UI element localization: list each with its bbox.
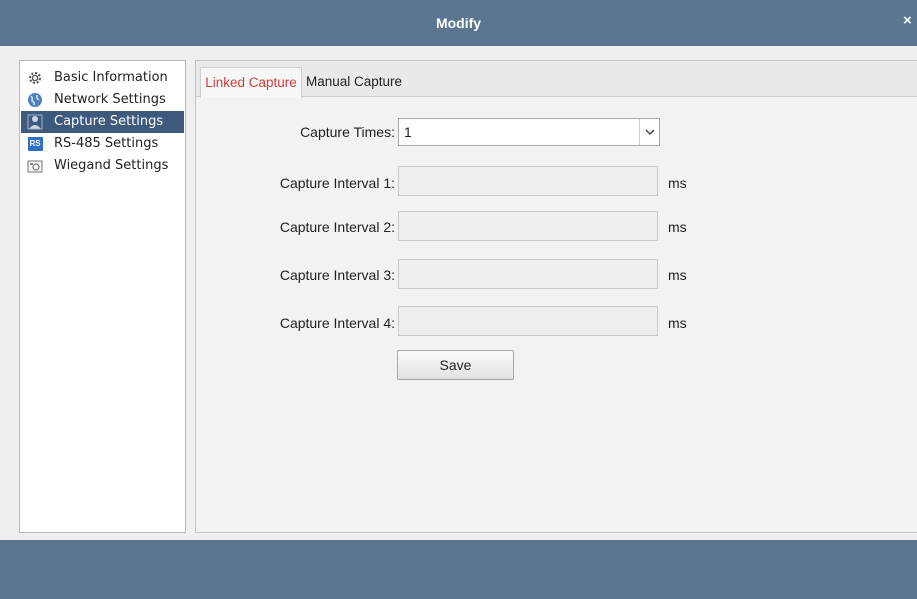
capture-times-value: 1 [404,124,412,140]
capture-interval-4-label: Capture Interval 4: [279,315,395,331]
sidebar-item-label: Capture Settings [54,114,164,129]
capture-interval-3-field[interactable] [398,259,658,289]
capture-interval-1-unit: ms [668,175,687,191]
capture-interval-2-unit: ms [668,219,687,235]
footer-bar [0,540,917,599]
tab-manual-capture[interactable]: Manual Capture [306,67,418,97]
sidebar: Basic Information Network Settings Captu… [19,60,186,533]
rs-badge-icon: RS [27,136,43,152]
save-button[interactable]: Save [397,350,514,380]
camera-person-icon [27,114,43,130]
sidebar-item-wiegand-settings[interactable]: Wiegand Settings [21,155,184,177]
capture-times-label: Capture Times: [300,124,395,140]
capture-interval-2-label: Capture Interval 2: [279,219,395,235]
sidebar-item-capture-settings[interactable]: Capture Settings [21,111,184,133]
sidebar-item-label: Network Settings [54,92,166,107]
card-reader-icon [27,158,43,174]
capture-times-select[interactable]: 1 [398,118,660,146]
rs-badge-text: RS [27,137,43,151]
capture-interval-3-label: Capture Interval 3: [279,267,395,283]
capture-interval-1-field[interactable] [398,166,658,196]
sidebar-item-rs485-settings[interactable]: RS RS-485 Settings [21,133,184,155]
capture-interval-3-unit: ms [668,267,687,283]
globe-icon [27,92,43,108]
sidebar-item-label: RS-485 Settings [54,136,159,151]
capture-interval-4-field[interactable] [398,306,658,336]
sidebar-item-label: Basic Information [54,70,168,85]
gear-icon [27,70,43,86]
chevron-down-icon[interactable] [639,119,659,145]
capture-interval-1-label: Capture Interval 1: [279,175,395,191]
tab-linked-capture[interactable]: Linked Capture [200,67,302,98]
tab-strip: Linked Capture Manual Capture [196,61,917,98]
close-button[interactable]: × [903,11,917,31]
sidebar-item-basic-information[interactable]: Basic Information [21,67,184,89]
capture-interval-4-unit: ms [668,315,687,331]
window-title: Modify [435,15,482,31]
capture-interval-2-field[interactable] [398,211,658,241]
sidebar-item-network-settings[interactable]: Network Settings [21,89,184,111]
main-area: Basic Information Network Settings Captu… [0,46,917,540]
title-bar: Modify × [0,0,917,46]
sidebar-item-label: Wiegand Settings [54,158,169,173]
